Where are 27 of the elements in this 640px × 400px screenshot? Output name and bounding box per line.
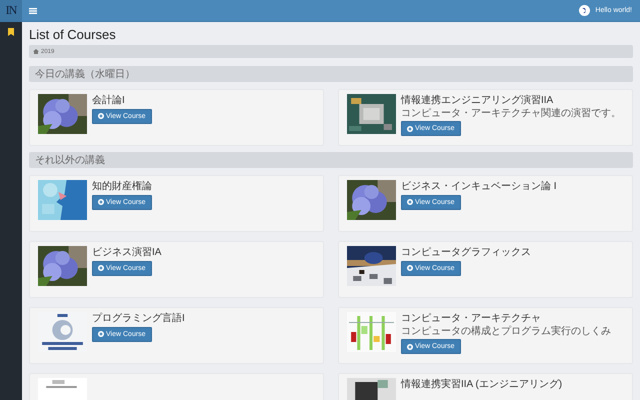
course-title: 知的財産権論 <box>92 181 152 192</box>
plus-circle-icon <box>407 265 413 271</box>
avatar-icon[interactable] <box>579 5 590 16</box>
course-title: プログラミング言語I <box>92 313 185 324</box>
course-title: 情報連携実習IIA (エンジニアリング) <box>401 379 562 390</box>
plus-circle-icon <box>98 331 104 337</box>
plus-circle-icon <box>407 199 413 205</box>
plus-circle-icon <box>98 199 104 205</box>
page-title: List of Courses <box>29 27 117 42</box>
plus-circle-icon <box>407 126 413 132</box>
menu-icon[interactable] <box>29 8 37 14</box>
course-title: 情報連携エンジニアリング演習IIA <box>401 95 554 106</box>
course-title: コンピュータグラフィックス <box>401 247 531 258</box>
course-title: コンピュータ・アーキテクチャ <box>401 313 541 324</box>
home-icon[interactable] <box>33 49 39 54</box>
course-title: ビジネス演習IA <box>92 247 162 258</box>
section-heading: 今日の講義（水曜日） <box>29 66 633 82</box>
logo[interactable]: IN <box>0 0 22 22</box>
course-description: コンピュータ・アーキテクチャ関連の演習です。 <box>401 108 621 119</box>
course-description: コンピュータの構成とプログラム実行のしくみ <box>401 326 611 337</box>
plus-circle-icon <box>98 113 104 119</box>
plus-circle-icon <box>98 265 104 271</box>
bookmark-icon[interactable] <box>8 28 14 36</box>
course-title: ビジネス・インキュベーション論 I <box>401 181 557 192</box>
plus-circle-icon <box>407 344 413 350</box>
section-heading: それ以外の講義 <box>29 152 633 168</box>
course-title: 会計論I <box>92 95 125 106</box>
